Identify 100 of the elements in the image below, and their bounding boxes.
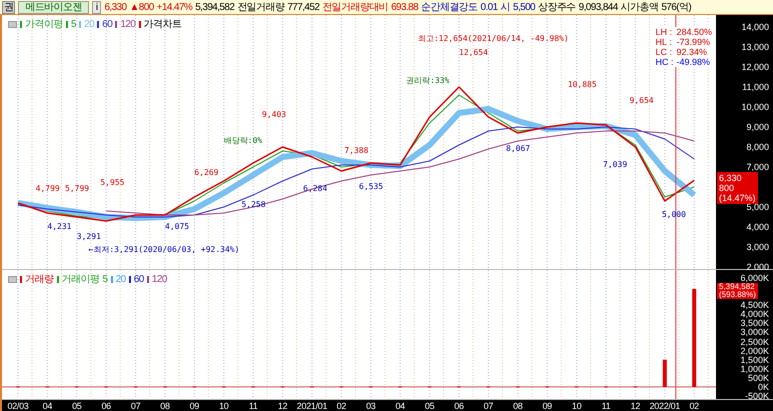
stat-value: 284.50% [676,27,712,37]
legend-label: 5 [71,18,76,30]
current-price: 6,330 [104,2,126,12]
stat-label: LH : [655,27,673,37]
date-axis-label: 10 [219,401,228,411]
date-axis-label: 03 [366,401,376,411]
legend-label: 거래량 [25,273,54,286]
stat-label: HL : [655,37,673,47]
axis-tick-label: 11,000 [742,82,769,92]
stat-value: 5,500 [512,2,536,12]
axis-tick-label: 12,000 [741,62,769,72]
axis-tick-label: 13,000 [741,42,769,52]
chart-annotation: 4,799 [36,184,60,193]
date-axis-label: 11 [602,401,610,411]
stat-label: LC : [655,47,673,57]
chart-annotation: 8,067 [506,144,530,153]
chart-annotation: 5,799 [65,184,90,193]
axis-tick-label: 1,500K [740,354,769,365]
legend-label: 20 [84,18,94,30]
current-price-badge: 6,330 800 (14.47%) [717,172,758,204]
axis-tick-label: 3,000 [746,242,769,252]
legend-label: 60 [134,274,144,284]
axis-tick-label: 500K [748,372,769,383]
legend-label: 가격이평 [25,18,63,31]
date-axis-label: 02/03 [7,401,29,411]
date-axis-label: 12 [630,401,640,411]
axis-tick-label: 4,000 [746,222,769,232]
axis-tick-label: -500K [744,391,769,401]
stat-label: 전일거래량 [237,1,284,14]
date-axis-label: 11 [248,401,258,411]
price-change: ▲800 [129,2,154,12]
date-axis-label: 08 [513,401,522,411]
date-axis-label: 04 [42,401,52,411]
chart-annotation: 9,654 [630,96,654,105]
chart-annotation: 6,269 [194,168,218,177]
legend-label: 20 [116,274,126,284]
date-axis-label: 08 [160,401,170,411]
axis-tick-label: 1,000K [740,364,769,374]
legend-label: 60 [102,18,112,30]
stat-value: 92.34% [676,47,708,57]
stat-value: -49.98% [676,57,711,67]
chart-annotation: 4,231 [47,222,72,231]
date-axis-label: 02 [689,401,699,411]
chart-annotation: 권리락:33% [406,76,450,85]
date-axis-label: 10 [572,401,582,411]
date-axis-label: 09 [190,401,200,411]
date-axis-label: 02 [336,401,346,411]
stat-label: 상장주수 [538,1,576,14]
axis-tick-label: 3,500K [740,318,769,328]
chart-annotation: 4,075 [165,222,190,231]
stat-value: 693.88 [391,2,418,12]
stat-label: 순간체결강도 [421,1,478,14]
axis-tick-label: 2,000K [740,346,769,356]
stat-value: 777,452 [287,2,320,12]
date-axis-label: 05 [72,401,82,411]
legend-label: 가격차트 [144,18,182,31]
chart-annotation: 7,039 [603,160,628,169]
axis-tick-label: 4,000K [740,309,769,320]
chart-annotation: 5,955 [100,178,124,187]
stat-label: HC : [655,57,674,67]
chart-annotation: ←최저:3,291(2020/06/03, +92.34%) [88,245,240,254]
chart-annotation: 12,654 [459,48,488,57]
current-volume-badge: 5,394,582 (593.88%) [717,283,758,299]
chart-annotation: 9,403 [262,110,286,119]
legend-label: 5 [102,274,108,284]
axis-tick-label: 8,000 [746,142,769,152]
axis-tick-label: 3,000K [740,327,769,338]
chart-annotation: 배당락:0% [224,136,262,145]
date-axis-label: 06 [454,401,464,411]
stat-label: 시가총액 [620,1,658,14]
axis-tick-label: 6,000K [740,273,769,283]
stat-label: 시 [500,1,510,14]
date-axis-label: 09 [542,401,552,411]
chart-annotation: 최고:12,654(2021/06/14, -49.98%) [418,34,569,43]
date-axis-label: 04 [395,401,405,411]
chart-annotation: 7,388 [344,146,368,155]
stat-value: 9,093,844 [578,2,618,12]
stat-label: 전일거래량대비 [322,1,388,14]
chart-annotation: 3,291 [76,232,101,241]
legend-label: 120 [152,274,167,284]
stat-value: 576(억) [661,1,692,14]
date-axis-label: 2021/01 [296,401,328,411]
date-axis-label: 05 [424,401,434,411]
axis-tick-label: 0K [758,382,769,392]
date-axis-label: 07 [484,401,494,411]
chart-annotation: 5,258 [241,200,266,209]
axis-tick-label: 9,000 [746,122,769,132]
stat-value: 0.01 [480,2,498,12]
stat-value: -73.99% [676,37,711,47]
date-axis-label: 06 [101,401,111,411]
axis-tick-label: 14,000 [741,22,769,32]
legend-label: 거래이평 [62,273,100,286]
axis-tick-label: 2,500K [740,336,769,347]
axis-tick-label: 7,000 [746,162,769,172]
change-rate: +14.47% [156,2,192,12]
date-axis-label: 12 [278,401,288,411]
date-axis-label: 2022/01 [650,401,680,411]
chart-annotation: 6,535 [359,182,384,191]
axis-tick-label: 5,000 [746,202,769,212]
date-axis-label: 07 [130,401,140,411]
